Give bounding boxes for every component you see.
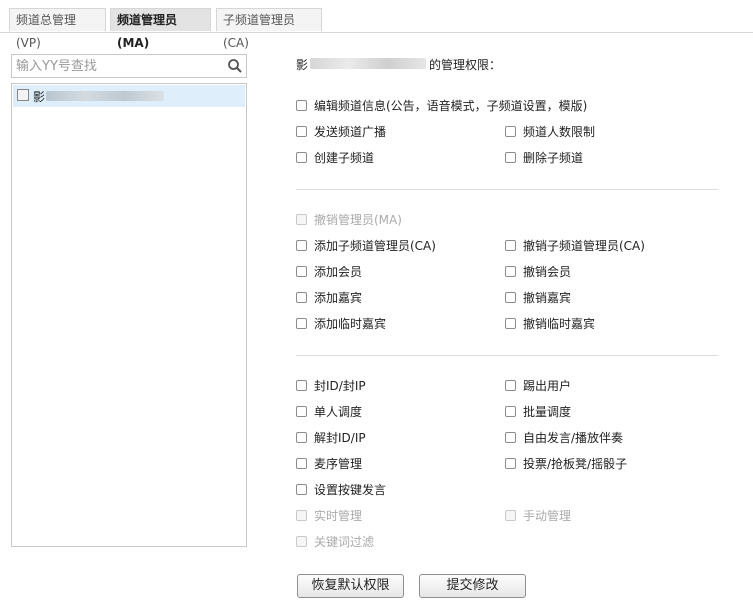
perm-label: 撤销临时嘉宾: [523, 317, 596, 331]
tab-ca-label: 子频道管理员(CA): [223, 13, 296, 50]
perm-label: 踢出用户: [523, 379, 572, 393]
perm-label: 撤销子频道管理员(CA): [523, 239, 645, 253]
perm-label: 添加会员: [314, 265, 363, 279]
tab-ma-label: 频道管理员(MA): [117, 13, 178, 50]
checkbox: [505, 510, 516, 521]
perm-label: 创建子频道: [314, 151, 375, 165]
perm-label: 删除子频道: [523, 151, 584, 165]
list-item[interactable]: 影: [13, 85, 245, 107]
checkbox[interactable]: [296, 458, 307, 469]
heading-prefix: 影: [296, 58, 309, 72]
checkbox[interactable]: [505, 152, 516, 163]
search-box: [11, 54, 247, 78]
tab-ma[interactable]: 频道管理员(MA): [110, 8, 211, 50]
checkbox[interactable]: [296, 432, 307, 443]
checkbox[interactable]: [505, 380, 516, 391]
redacted-name: [310, 58, 426, 69]
checkbox[interactable]: [296, 406, 307, 417]
checkbox[interactable]: [505, 266, 516, 277]
divider: [296, 355, 718, 356]
user-panel: 影: [11, 54, 247, 547]
checkbox[interactable]: [505, 126, 516, 137]
tab-ca[interactable]: 子频道管理员(CA): [216, 8, 322, 50]
redacted-name: [46, 91, 164, 101]
checkbox: [296, 510, 307, 521]
checkbox[interactable]: [296, 318, 307, 329]
heading-suffix: 的管理权限：: [429, 58, 502, 72]
perm-label: 撤销嘉宾: [523, 291, 572, 305]
checkbox[interactable]: [296, 266, 307, 277]
perm-label: 封ID/封IP: [314, 379, 366, 393]
checkbox[interactable]: [296, 484, 307, 495]
checkbox[interactable]: [296, 126, 307, 137]
checkbox[interactable]: [296, 292, 307, 303]
search-input[interactable]: [16, 57, 216, 75]
tab-vp[interactable]: 频道总管理(VP): [9, 8, 106, 50]
checkbox: [296, 214, 307, 225]
perm-label: 发送频道广播: [314, 125, 387, 139]
submit-button[interactable]: 提交修改: [419, 574, 526, 598]
perm-label: 投票/抢板凳/摇骰子: [523, 457, 628, 471]
perm-label: 撤销会员: [523, 265, 572, 279]
perm-label: 添加临时嘉宾: [314, 317, 387, 331]
perm-label: 编辑频道信息(公告，语音模式，子频道设置，模版): [314, 99, 588, 113]
perm-label: 撤销管理员(MA): [314, 213, 402, 227]
perm-label: 设置按键发言: [314, 483, 387, 497]
checkbox[interactable]: [505, 318, 516, 329]
perm-label: 实时管理: [314, 509, 363, 523]
checkbox[interactable]: [296, 100, 307, 111]
checkbox[interactable]: [296, 380, 307, 391]
checkbox[interactable]: [296, 152, 307, 163]
checkbox[interactable]: [505, 240, 516, 251]
perm-label: 自由发言/播放伴奏: [523, 431, 624, 445]
perm-label: 解封ID/IP: [314, 431, 366, 445]
perm-label: 手动管理: [523, 509, 572, 523]
perm-label: 频道人数限制: [523, 125, 596, 139]
tab-bar: 频道总管理(VP) 频道管理员(MA) 子频道管理员(CA): [0, 0, 753, 50]
perm-label: 麦序管理: [314, 457, 363, 471]
perm-label: 单人调度: [314, 405, 363, 419]
user-icon: [17, 89, 29, 101]
perm-label: 添加嘉宾: [314, 291, 363, 305]
tab-vp-label: 频道总管理(VP): [16, 13, 77, 50]
checkbox[interactable]: [296, 240, 307, 251]
user-name: 影: [33, 90, 46, 104]
perm-label: 关键词过滤: [314, 535, 375, 549]
checkbox[interactable]: [505, 406, 516, 417]
search-icon[interactable]: [227, 58, 243, 74]
perm-label: 添加子频道管理员(CA): [314, 239, 436, 253]
checkbox[interactable]: [505, 292, 516, 303]
checkbox[interactable]: [505, 432, 516, 443]
restore-defaults-button[interactable]: 恢复默认权限: [297, 574, 404, 598]
checkbox: [296, 536, 307, 547]
checkbox[interactable]: [505, 458, 516, 469]
user-list[interactable]: 影: [11, 83, 247, 547]
perm-label: 批量调度: [523, 405, 572, 419]
divider: [296, 189, 718, 190]
